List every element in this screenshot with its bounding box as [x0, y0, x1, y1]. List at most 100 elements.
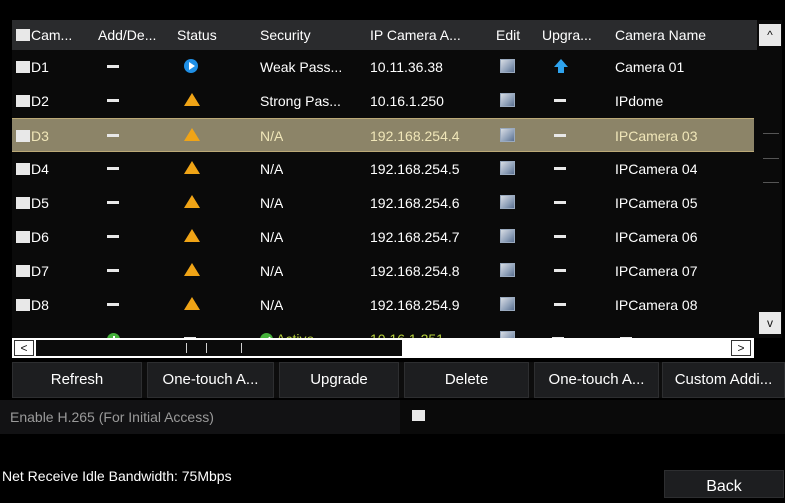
- warning-icon: [184, 161, 200, 177]
- row-checkbox[interactable]: [16, 197, 30, 209]
- camera-name-cell: IPCamera 07: [615, 263, 698, 279]
- row-checkbox[interactable]: [16, 61, 30, 73]
- custom-adding-button[interactable]: Custom Addi...: [662, 362, 785, 398]
- thumb-grip: [186, 343, 187, 353]
- table-header: Cam... Add/De... Status Security IP Came…: [12, 20, 782, 50]
- camera-name-cell: IPdome: [615, 93, 664, 109]
- add-delete-dash: [107, 229, 119, 245]
- header-upgrade[interactable]: Upgra...: [542, 27, 612, 43]
- row-checkbox[interactable]: [16, 299, 30, 311]
- h265-label: Enable H.265 (For Initial Access): [10, 409, 214, 425]
- edit-icon[interactable]: [500, 297, 515, 313]
- security-cell: N/A: [260, 161, 284, 177]
- channel-cell[interactable]: D7: [16, 263, 49, 279]
- upgrade-button[interactable]: Upgrade: [279, 362, 399, 398]
- scroll-right-icon: >: [737, 341, 745, 355]
- header-status[interactable]: Status: [177, 27, 247, 43]
- ip-cell: 192.168.254.8: [370, 263, 460, 279]
- camera-name-cell: Camera 01: [615, 59, 685, 75]
- table-row[interactable]: D2 Strong Pas... 10.16.1.250 IPdome: [12, 84, 754, 118]
- back-button[interactable]: Back: [664, 470, 784, 498]
- header-edit[interactable]: Edit: [496, 27, 536, 43]
- channel-label: D6: [31, 229, 49, 245]
- scroll-left-button[interactable]: <: [14, 340, 34, 356]
- edit-icon[interactable]: [500, 93, 515, 109]
- row-checkbox[interactable]: [16, 231, 30, 243]
- table-row[interactable]: D8 N/A 192.168.254.9 IPCamera 08: [12, 288, 754, 322]
- delete-button[interactable]: Delete: [404, 362, 529, 398]
- h265-field: [400, 400, 785, 434]
- warning-icon: [184, 229, 200, 245]
- scroll-up-button[interactable]: ^: [759, 24, 781, 46]
- add-delete-dash: [107, 297, 119, 313]
- scroll-thumb[interactable]: [36, 340, 402, 356]
- channel-cell[interactable]: D6: [16, 229, 49, 245]
- header-ip-address[interactable]: IP Camera A...: [370, 27, 495, 43]
- channel-cell[interactable]: D8: [16, 297, 49, 313]
- edit-icon[interactable]: [500, 161, 515, 177]
- security-cell: Strong Pas...: [260, 93, 341, 109]
- bandwidth-info: Net Receive Idle Bandwidth: 75Mbps: [2, 468, 232, 484]
- add-delete-dash: [107, 93, 119, 109]
- one-touch-activate-button[interactable]: One-touch A...: [147, 362, 274, 398]
- warning-icon: [184, 128, 200, 144]
- camera-name-cell: IPCamera 03: [615, 128, 698, 144]
- ip-cell: 192.168.254.7: [370, 229, 460, 245]
- security-cell: N/A: [260, 297, 284, 313]
- channel-label: D5: [31, 195, 49, 211]
- channel-cell[interactable]: D1: [16, 59, 49, 75]
- header-security[interactable]: Security: [260, 27, 364, 43]
- header-camera-label: Cam...: [31, 27, 73, 43]
- table-row[interactable]: D5 N/A 192.168.254.6 IPCamera 05: [12, 186, 754, 220]
- edit-icon[interactable]: [500, 195, 515, 211]
- scroll-track-mark: [763, 133, 779, 134]
- h265-checkbox[interactable]: [412, 410, 425, 421]
- header-camera-name[interactable]: Camera Name: [615, 27, 745, 43]
- channel-cell[interactable]: D5: [16, 195, 49, 211]
- play-circle-icon: [184, 59, 198, 76]
- table-row[interactable]: D4 N/A 192.168.254.5 IPCamera 04: [12, 152, 754, 186]
- header-add-delete[interactable]: Add/De...: [98, 27, 172, 43]
- table-row[interactable]: D7 N/A 192.168.254.8 IPCamera 07: [12, 254, 754, 288]
- row-checkbox[interactable]: [16, 95, 30, 107]
- scroll-left-icon: <: [20, 341, 28, 355]
- scroll-right-button[interactable]: >: [731, 340, 751, 356]
- channel-cell[interactable]: D2: [16, 93, 49, 109]
- one-touch-adding-button[interactable]: One-touch A...: [534, 362, 659, 398]
- ip-cell: 192.168.254.5: [370, 161, 460, 177]
- camera-table: Cam... Add/De... Status Security IP Came…: [12, 20, 782, 347]
- thumb-grip: [241, 343, 242, 353]
- row-checkbox[interactable]: [16, 130, 30, 142]
- camera-name-cell: IPCamera 04: [615, 161, 698, 177]
- horizontal-scrollbar[interactable]: < >: [12, 338, 754, 358]
- upgrade-dash: [554, 297, 566, 313]
- edit-icon[interactable]: [500, 229, 515, 245]
- channel-label: D3: [31, 128, 49, 144]
- scroll-down-button[interactable]: v: [759, 312, 781, 334]
- upgrade-dash: [554, 93, 566, 109]
- table-row[interactable]: D3 N/A 192.168.254.4 IPCamera 03: [12, 118, 754, 152]
- upgrade-dash: [554, 263, 566, 279]
- select-all-checkbox[interactable]: [16, 29, 30, 41]
- refresh-button[interactable]: Refresh: [12, 362, 142, 398]
- security-cell: N/A: [260, 263, 284, 279]
- vertical-scrollbar[interactable]: ^ v: [757, 20, 782, 338]
- add-delete-dash: [107, 195, 119, 211]
- header-camera[interactable]: Cam...: [16, 27, 96, 43]
- channel-cell[interactable]: D4: [16, 161, 49, 177]
- table-row[interactable]: D6 N/A 192.168.254.7 IPCamera 06: [12, 220, 754, 254]
- edit-icon[interactable]: [500, 128, 515, 144]
- channel-label: D7: [31, 263, 49, 279]
- channel-cell[interactable]: D3: [16, 128, 49, 144]
- scroll-up-icon: ^: [767, 28, 773, 42]
- row-checkbox[interactable]: [16, 163, 30, 175]
- channel-label: D8: [31, 297, 49, 313]
- row-checkbox[interactable]: [16, 265, 30, 277]
- channel-label: D2: [31, 93, 49, 109]
- edit-icon[interactable]: [500, 263, 515, 279]
- table-row[interactable]: D1 Weak Pass... 10.11.36.38 Camera 01: [12, 50, 754, 84]
- upgrade-arrow-icon[interactable]: [554, 59, 568, 76]
- edit-icon[interactable]: [500, 59, 515, 75]
- channel-label: D4: [31, 161, 49, 177]
- ip-cell: 192.168.254.6: [370, 195, 460, 211]
